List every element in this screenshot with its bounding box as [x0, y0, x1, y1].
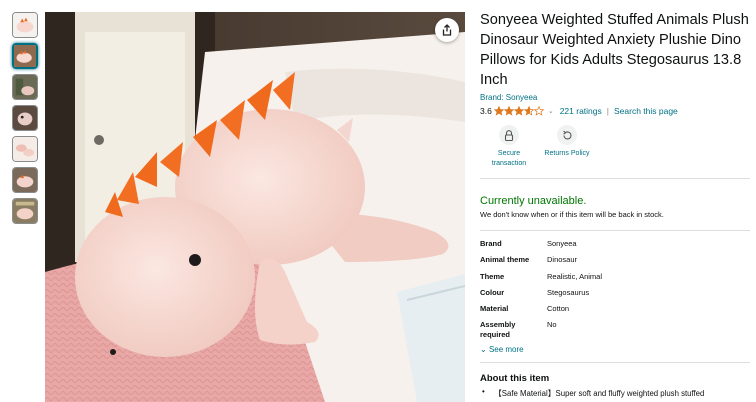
spec-key: Brand [480, 239, 502, 248]
rating-value: 3.6 [480, 106, 492, 116]
thumbnail-4[interactable] [12, 105, 38, 131]
spec-row: Colour Stegosaurus [480, 288, 750, 304]
return-icon [557, 125, 577, 145]
share-icon [442, 24, 452, 36]
separator: | [606, 106, 609, 116]
divider [480, 230, 750, 231]
spec-key: Assembly required [480, 320, 516, 339]
search-this-page-link[interactable]: Search this page [614, 106, 678, 116]
spec-row: Animal theme Dinosaur [480, 255, 750, 271]
spec-table: Brand Sonyeea Animal theme Dinosaur Them… [480, 239, 750, 339]
star-icon [493, 106, 504, 116]
spec-row: Assembly required No [480, 320, 750, 339]
see-more-link[interactable]: ⌄ See more [480, 345, 750, 354]
trust-badges: Secure transaction Returns Policy [480, 125, 750, 179]
stock-note: We don't know when or if this item will … [480, 210, 664, 219]
thumbnail-5[interactable] [12, 136, 38, 162]
availability-status: Currently unavailable. [480, 195, 587, 207]
secure-transaction-badge[interactable]: Secure transaction [480, 125, 538, 169]
dinosaur-plush-photo [45, 12, 465, 402]
thumbnail-1[interactable] [12, 12, 38, 38]
thumbnail-7[interactable] [12, 198, 38, 224]
secure-transaction-label[interactable]: Secure transaction [480, 149, 538, 169]
lock-icon [499, 125, 519, 145]
rating-row: 3.6 ⌄ 221 ratings | Search this page [480, 105, 750, 117]
chevron-down-icon[interactable]: ⌄ [548, 107, 554, 115]
thumbnail-3[interactable] [12, 74, 38, 100]
spec-value: Stegosaurus [547, 287, 590, 297]
star-icon [523, 106, 534, 116]
spec-row: Material Cotton [480, 304, 750, 320]
spec-value: Realistic, Animal [547, 271, 603, 281]
product-title: Sonyeea Weighted Stuffed Animals Plush D… [480, 12, 749, 88]
about-heading: About this item [480, 373, 550, 385]
spec-value: Cotton [547, 304, 570, 314]
star-rating[interactable] [493, 106, 544, 116]
see-more-label: See more [488, 345, 524, 355]
main-product-image[interactable] [45, 12, 465, 402]
product-details: Sonyeea Weighted Stuffed Animals Plush D… [480, 10, 750, 399]
returns-policy-badge[interactable]: Returns Policy [538, 125, 596, 169]
returns-policy-label[interactable]: Returns Policy [544, 149, 589, 159]
star-icon [513, 106, 524, 116]
star-icon [503, 106, 514, 116]
spec-row: Brand Sonyeea [480, 239, 750, 255]
divider [480, 362, 750, 364]
share-button[interactable] [435, 18, 459, 42]
spec-value: No [547, 320, 557, 330]
brand-link[interactable]: Brand: Sonyeea [480, 93, 750, 102]
chevron-down-icon: ⌄ [480, 345, 487, 355]
thumbnail-list [12, 12, 40, 229]
ratings-count-link[interactable]: 221 ratings [560, 106, 602, 116]
spec-value: Dinosaur [547, 255, 578, 265]
spec-key: Material [480, 304, 509, 314]
thumbnail-6[interactable] [12, 167, 38, 193]
thumbnail-2[interactable] [12, 43, 38, 69]
spec-key: Theme [480, 271, 505, 281]
spec-key: Colour [480, 287, 505, 297]
spec-row: Theme Realistic, Animal [480, 272, 750, 288]
spec-key: Animal theme [480, 255, 530, 265]
about-bullet: 【Safe Material】Super soft and fluffy wei… [480, 387, 750, 399]
spec-value: Sonyeea [547, 239, 577, 248]
star-icon [533, 106, 544, 116]
